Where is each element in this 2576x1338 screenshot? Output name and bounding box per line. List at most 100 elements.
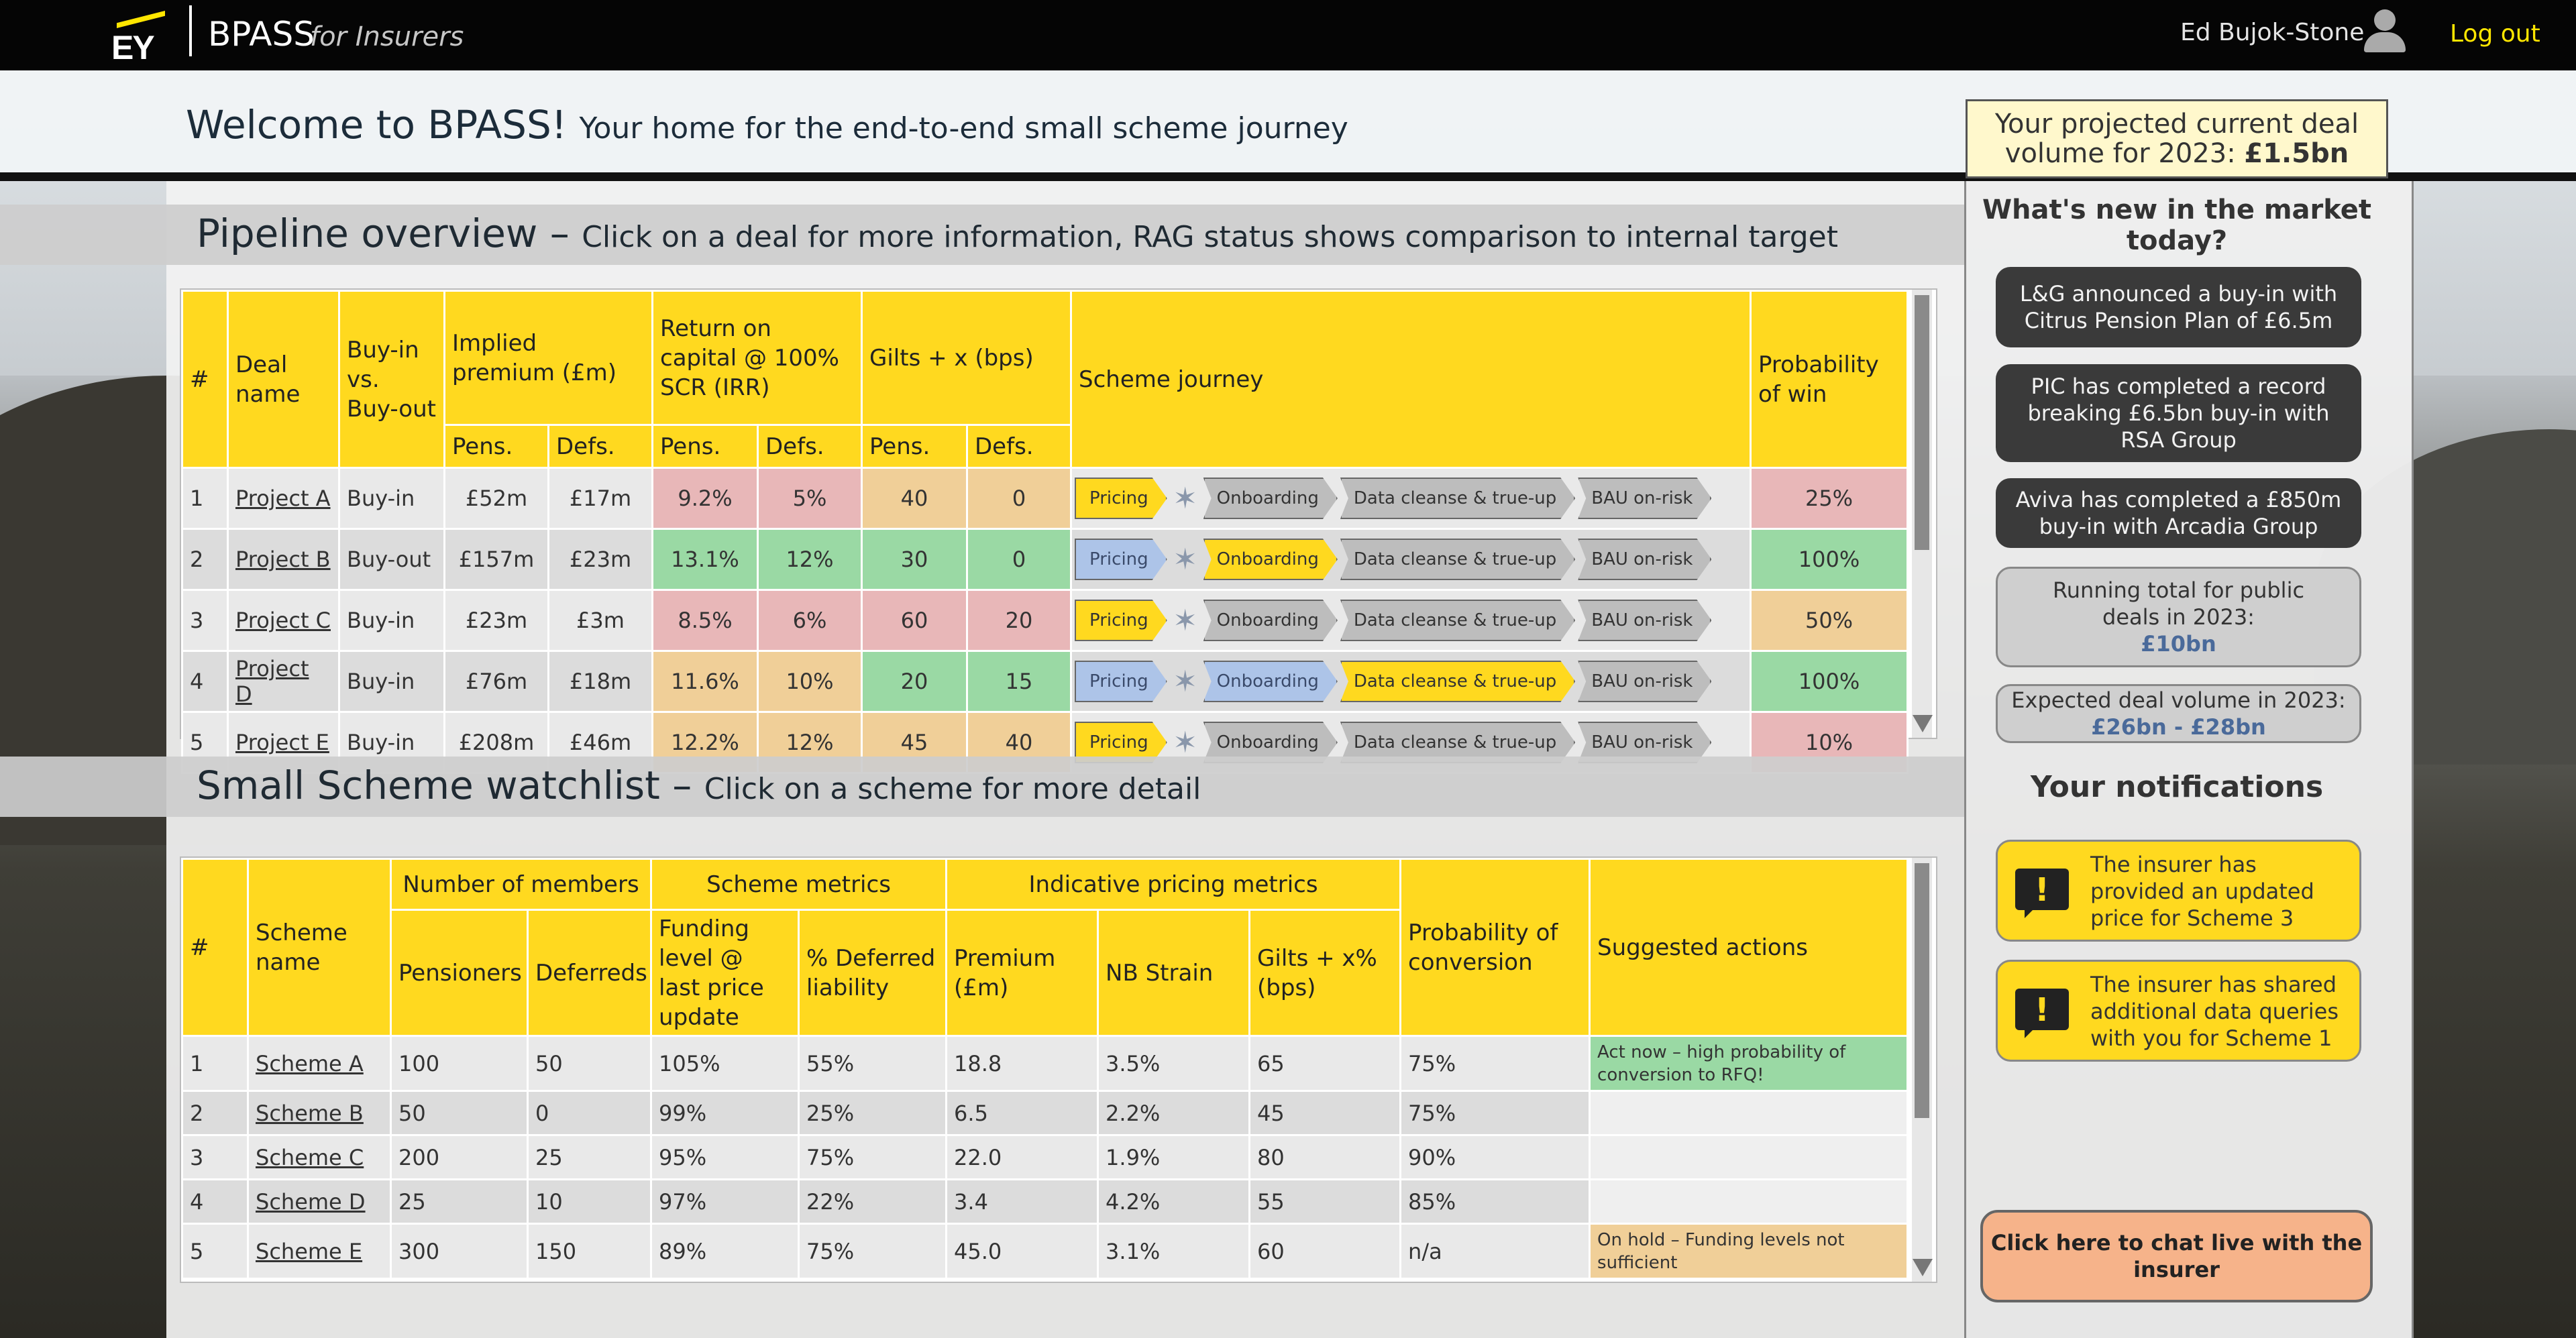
step-data-cleanse[interactable]: Data cleanse & true-up bbox=[1340, 539, 1575, 580]
deal-name-cell: Project D bbox=[227, 650, 340, 713]
step-pricing[interactable]: Pricing bbox=[1075, 600, 1167, 641]
pipeline-title: Pipeline overview bbox=[197, 211, 538, 256]
scheme-link[interactable]: Scheme D bbox=[256, 1189, 366, 1215]
user-avatar-icon[interactable] bbox=[2363, 9, 2407, 52]
gilts-cell: 60 bbox=[1248, 1223, 1402, 1280]
expected-volume-value: £26bn - £28bn bbox=[2091, 714, 2266, 740]
premium-cell: 6.5 bbox=[945, 1090, 1099, 1136]
scroll-down-arrow-icon[interactable] bbox=[1913, 715, 1933, 732]
col-header-buy-type: Buy-in vs. Buy-out bbox=[338, 290, 445, 469]
scheme-journey-cell: Pricing ✶ Onboarding Data cleanse & true-up… bbox=[1070, 528, 1752, 591]
step-pricing[interactable]: Pricing bbox=[1075, 661, 1167, 702]
scheme-link[interactable]: Scheme A bbox=[256, 1051, 364, 1076]
funding-level-cell: 99% bbox=[650, 1090, 800, 1136]
logout-link[interactable]: Log out bbox=[2450, 20, 2540, 48]
market-news-item[interactable]: Aviva has completed a £850m buy-in with … bbox=[1996, 478, 2361, 548]
step-onboarding[interactable]: Onboarding bbox=[1203, 661, 1338, 702]
step-bau-on-risk[interactable]: BAU on-risk bbox=[1578, 661, 1711, 702]
gilts-defs-cell: 0 bbox=[965, 467, 1073, 530]
milestone-star-icon: ✶ bbox=[1173, 725, 1198, 760]
step-pricing[interactable]: Pricing bbox=[1075, 478, 1167, 519]
milestone-star-icon: ✶ bbox=[1173, 603, 1198, 638]
notification-card[interactable]: ! The insurer has shared additional data… bbox=[1996, 960, 2361, 1062]
pipeline-scrollbar-thumb[interactable] bbox=[1915, 295, 1929, 550]
notification-text: The insurer has provided an updated pric… bbox=[2090, 852, 2314, 931]
step-onboarding[interactable]: Onboarding bbox=[1203, 539, 1338, 580]
step-bau-on-risk[interactable]: BAU on-risk bbox=[1578, 600, 1711, 641]
roc-pens-cell: 11.6% bbox=[651, 650, 759, 713]
step-bau-on-risk[interactable]: BAU on-risk bbox=[1578, 478, 1711, 519]
deal-link[interactable]: Project D bbox=[235, 656, 309, 707]
journey-steps: Pricing ✶ Onboarding Data cleanse & true-up… bbox=[1075, 539, 1747, 580]
scheme-name-cell: Scheme C bbox=[247, 1134, 392, 1180]
subheader-gilts: Gilts + x% (bps) bbox=[1248, 909, 1402, 1037]
scheme-link[interactable]: Scheme C bbox=[256, 1145, 364, 1170]
right-sidebar bbox=[1964, 181, 2414, 1338]
pensioners-cell: 50 bbox=[390, 1090, 529, 1136]
step-data-cleanse[interactable]: Data cleanse & true-up bbox=[1340, 478, 1575, 519]
premium-pens-cell: £23m bbox=[443, 589, 549, 652]
watchlist-scrollbar[interactable] bbox=[1912, 858, 1933, 1282]
chat-live-button[interactable]: Click here to chat live with the insurer bbox=[1980, 1210, 2373, 1302]
deal-link[interactable]: Project C bbox=[235, 608, 331, 633]
milestone-star-icon: ✶ bbox=[1173, 664, 1198, 699]
watchlist-row[interactable]: 2 Scheme B 50 0 99% 25% 6.5 2.2% 45 75% bbox=[181, 1090, 1909, 1136]
market-news-item[interactable]: L&G announced a buy-in with Citrus Pensi… bbox=[1996, 267, 2361, 347]
deferreds-cell: 10 bbox=[526, 1178, 653, 1225]
deal-link[interactable]: Project E bbox=[235, 730, 329, 755]
subheader-gilts-pens: Pens. bbox=[861, 424, 968, 469]
pipeline-row[interactable]: 3 Project C Buy-in £23m £3m 8.5% 6% 60 20 Pricing… bbox=[181, 589, 1909, 652]
watchlist-table-container: # Scheme name Number of members Scheme m… bbox=[180, 856, 1937, 1283]
row-number: 2 bbox=[181, 528, 229, 591]
scheme-journey-cell: Pricing ✶ Onboarding Data cleanse & true-up… bbox=[1070, 650, 1752, 713]
deal-volume-value: £1.5bn bbox=[2244, 138, 2349, 169]
pipeline-row[interactable]: 1 Project A Buy-in £52m £17m 9.2% 5% 40 0 Pricing… bbox=[181, 467, 1909, 530]
watchlist-row[interactable]: 4 Scheme D 25 10 97% 22% 3.4 4.2% 55 85% bbox=[181, 1178, 1909, 1225]
journey-steps: Pricing ✶ Onboarding Data cleanse & true-up… bbox=[1075, 478, 1747, 519]
deal-link[interactable]: Project A bbox=[235, 486, 331, 511]
pipeline-table-container: # Deal name Buy-in vs. Buy-out Implied p… bbox=[180, 288, 1937, 774]
col-header-return-on-capital: Return on capital @ 100% SCR (IRR) bbox=[651, 290, 863, 426]
col-header-number-of-members: Number of members bbox=[389, 858, 653, 911]
pipeline-scrollbar[interactable] bbox=[1912, 290, 1933, 738]
pensioners-cell: 100 bbox=[390, 1035, 529, 1092]
notification-card[interactable]: ! The insurer has provided an updated pr… bbox=[1996, 840, 2361, 942]
step-data-cleanse[interactable]: Data cleanse & true-up bbox=[1340, 600, 1575, 641]
step-onboarding[interactable]: Onboarding bbox=[1203, 600, 1338, 641]
subheader-premium-pens: Pens. bbox=[443, 424, 549, 469]
notifications-title: Your notifications bbox=[2030, 770, 2324, 804]
deferred-liability-cell: 22% bbox=[798, 1178, 948, 1225]
subheader-nb-strain: NB Strain bbox=[1097, 909, 1251, 1037]
subheader-roc-pens: Pens. bbox=[651, 424, 759, 469]
subheader-pensioners: Pensioners bbox=[390, 909, 529, 1037]
watchlist-row[interactable]: 5 Scheme E 300 150 89% 75% 45.0 3.1% 60 n/a On hol… bbox=[181, 1223, 1909, 1280]
subheader-funding-level: Funding level @ last price update bbox=[650, 909, 800, 1037]
col-header-scheme-name: Scheme name bbox=[247, 858, 392, 1037]
watchlist-scrollbar-thumb[interactable] bbox=[1915, 863, 1929, 1118]
gilts-pens-cell: 60 bbox=[861, 589, 968, 652]
market-news-item[interactable]: PIC has completed a record breaking £6.5… bbox=[1996, 364, 2361, 462]
step-bau-on-risk[interactable]: BAU on-risk bbox=[1578, 539, 1711, 580]
scroll-down-arrow-icon[interactable] bbox=[1913, 1259, 1933, 1276]
scheme-link[interactable]: Scheme B bbox=[256, 1101, 364, 1126]
step-pricing[interactable]: Pricing bbox=[1075, 539, 1167, 580]
gilts-pens-cell: 40 bbox=[861, 467, 968, 530]
pipeline-row[interactable]: 2 Project B Buy-out £157m £23m 13.1% 12% 30 0 Pri… bbox=[181, 528, 1909, 591]
gilts-defs-cell: 0 bbox=[965, 528, 1073, 591]
watchlist-row[interactable]: 3 Scheme C 200 25 95% 75% 22.0 1.9% 80 90% bbox=[181, 1134, 1909, 1180]
pensioners-cell: 300 bbox=[390, 1223, 529, 1280]
row-number: 1 bbox=[181, 467, 229, 530]
premium-cell: 22.0 bbox=[945, 1134, 1099, 1180]
deal-link[interactable]: Project B bbox=[235, 547, 331, 572]
ey-logo: EY bbox=[110, 9, 166, 66]
pipeline-row[interactable]: 4 Project D Buy-in £76m £18m 11.6% 10% 20 15 Pric… bbox=[181, 650, 1909, 713]
deferred-liability-cell: 25% bbox=[798, 1090, 948, 1136]
step-onboarding[interactable]: Onboarding bbox=[1203, 478, 1338, 519]
subheader-deferreds: Deferreds bbox=[526, 909, 653, 1037]
step-data-cleanse[interactable]: Data cleanse & true-up bbox=[1340, 661, 1575, 702]
suggested-action-cell bbox=[1589, 1178, 1909, 1225]
watchlist-row[interactable]: 1 Scheme A 100 50 105% 55% 18.8 3.5% 65 75% Act no… bbox=[181, 1035, 1909, 1092]
deal-name-cell: Project C bbox=[227, 589, 340, 652]
scheme-link[interactable]: Scheme E bbox=[256, 1239, 362, 1264]
roc-pens-cell: 9.2% bbox=[651, 467, 759, 530]
